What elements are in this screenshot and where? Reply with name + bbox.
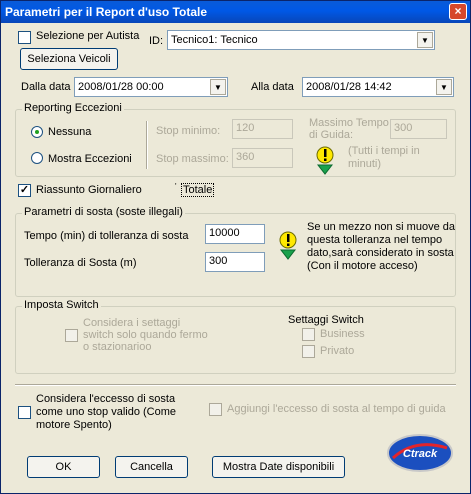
- ctrack-logo: Ctrack: [387, 434, 453, 472]
- reporting-eccezioni-legend: Reporting Eccezioni: [22, 102, 124, 114]
- close-button[interactable]: ×: [449, 3, 467, 20]
- aggiungi-eccesso-checkbox[interactable]: [209, 403, 222, 416]
- business-checkbox[interactable]: [302, 328, 315, 341]
- tolleranza-sosta-input[interactable]: 10000: [205, 224, 265, 244]
- tempi-minuti-note: (Tutti i tempi in minuti): [348, 145, 420, 170]
- alla-data-value: 2008/01/28 14:42: [306, 81, 392, 93]
- massimo-tempo-guida-input[interactable]: 300: [390, 119, 447, 139]
- eccesso-sosta-checkbox[interactable]: [18, 406, 31, 419]
- stop-massimo-input[interactable]: 360: [232, 148, 293, 168]
- radio-selected-dot: [35, 130, 39, 134]
- id-label: ID:: [149, 35, 164, 47]
- seleziona-veicoli-button[interactable]: Seleziona Veicoli: [20, 48, 118, 70]
- mostra-date-button[interactable]: Mostra Date disponibili: [212, 456, 345, 478]
- chevron-down-icon[interactable]: ▼: [417, 32, 433, 48]
- settaggi-switch-label: Settaggi Switch: [288, 314, 364, 326]
- tolleranza-metri-label: Tolleranza di Sosta (m): [24, 257, 137, 269]
- ctrack-logo-text: Ctrack: [403, 448, 438, 460]
- separator: [15, 384, 456, 386]
- aggiungi-eccesso-label: Aggiungi l'eccesso di sosta al tempo di …: [227, 403, 446, 415]
- alla-data-select[interactable]: 2008/01/28 14:42 ▼: [302, 77, 454, 97]
- imposta-switch-legend: Imposta Switch: [22, 299, 101, 311]
- imposta-switch-group: Imposta Switch: [15, 299, 456, 374]
- selezione-autista-checkbox[interactable]: [18, 31, 31, 44]
- dalla-data-value: 2008/01/28 00:00: [78, 81, 164, 93]
- chevron-down-icon[interactable]: ▼: [436, 79, 452, 95]
- considera-switch-label: Considera i settaggi switch solo quando …: [83, 317, 208, 353]
- tolleranza-sosta-label: Tempo (min) di tolleranza di sosta: [24, 230, 189, 242]
- dialog-window: Parametri per il Report d'uso Totale × S…: [0, 0, 471, 494]
- totale-option[interactable]: Totale: [181, 183, 215, 197]
- stop-massimo-label: Stop massimo:: [156, 153, 229, 165]
- nessuna-label: Nessuna: [48, 126, 92, 138]
- window-title: Parametri per il Report d'uso Totale: [5, 5, 208, 19]
- selezione-autista-label: Selezione per Autista: [36, 30, 140, 42]
- mostra-eccezioni-label: Mostra Eccezioni: [48, 153, 132, 165]
- title-bar[interactable]: Parametri per il Report d'uso Totale ×: [1, 1, 470, 23]
- cancella-button[interactable]: Cancella: [115, 456, 188, 478]
- dalla-data-label: Dalla data: [21, 81, 71, 93]
- privato-checkbox[interactable]: [302, 345, 315, 358]
- eccesso-sosta-label: Considera l'eccesso di sosta come uno st…: [36, 393, 177, 431]
- id-select[interactable]: Tecnico1: Tecnico ▼: [167, 30, 435, 50]
- id-select-value: Tecnico1: Tecnico: [171, 34, 258, 46]
- tolleranza-metri-input[interactable]: 300: [205, 252, 265, 272]
- riassunto-giornaliero-checkbox[interactable]: ✓: [18, 184, 31, 197]
- parametri-sosta-legend: Parametri di sosta (soste illegali): [22, 206, 185, 218]
- sosta-note: Se un mezzo non si muove da questa tolle…: [307, 221, 455, 272]
- riassunto-giornaliero-label: Riassunto Giornaliero: [36, 184, 142, 196]
- mostra-eccezioni-radio[interactable]: [31, 152, 43, 164]
- business-label: Business: [320, 328, 365, 340]
- warning-icon: [279, 231, 297, 260]
- totale-marker: ': [175, 182, 177, 191]
- privato-label: Privato: [320, 345, 355, 357]
- alla-data-label: Alla data: [251, 81, 294, 93]
- nessuna-radio[interactable]: [31, 126, 43, 138]
- chevron-down-icon[interactable]: ▼: [210, 79, 226, 95]
- dalla-data-select[interactable]: 2008/01/28 00:00 ▼: [74, 77, 228, 97]
- considera-switch-checkbox[interactable]: [65, 329, 78, 342]
- stop-minimo-input[interactable]: 120: [232, 119, 293, 139]
- ok-button[interactable]: OK: [27, 456, 100, 478]
- warning-icon: [316, 146, 334, 175]
- massimo-tempo-guida-label: Massimo Tempo di Guida:: [309, 117, 389, 141]
- separator: [146, 121, 148, 169]
- stop-minimo-label: Stop minimo:: [156, 125, 221, 137]
